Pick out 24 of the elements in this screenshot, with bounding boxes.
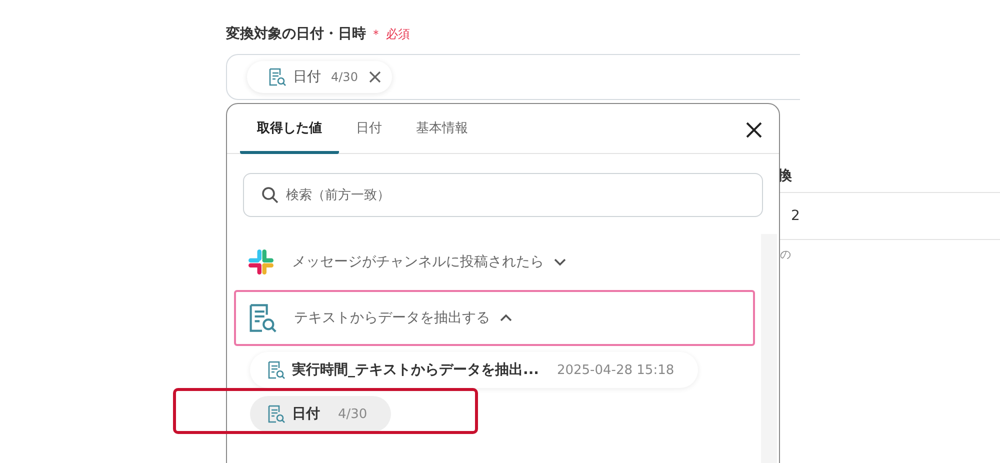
- value-chip[interactable]: 日付 4/30: [247, 61, 392, 93]
- chevron-down-icon: [554, 256, 566, 268]
- step-group-header[interactable]: メッセージがチャンネルに投稿されたら: [234, 234, 755, 290]
- tab[interactable]: 日付: [339, 119, 399, 154]
- search-icon: [261, 186, 279, 204]
- tab[interactable]: 基本情報: [399, 119, 485, 154]
- document-search-icon: [266, 404, 286, 424]
- step-group-header[interactable]: テキストからデータを抽出する: [234, 290, 755, 346]
- close-icon[interactable]: [745, 121, 763, 139]
- required-text: 必須: [386, 26, 410, 42]
- note-text: の: [780, 246, 791, 262]
- table-cell: 2: [791, 208, 800, 224]
- search-field[interactable]: 検索（前方一致）: [243, 173, 763, 217]
- field-label: 変換対象の日付・日時: [226, 25, 366, 43]
- value-item[interactable]: 実行時間_テキストからデータを抽出... 2025-04-28 15:18: [250, 352, 698, 388]
- tab[interactable]: 取得した値: [240, 119, 339, 154]
- chevron-up-icon: [500, 312, 512, 324]
- value-item[interactable]: 日付 4/30: [250, 396, 392, 432]
- remove-icon[interactable]: [368, 70, 382, 84]
- slack-icon: [246, 247, 276, 277]
- document-search-icon: [266, 360, 286, 380]
- date-input-field[interactable]: 日付 4/30: [226, 54, 800, 100]
- required-mark: ＊: [370, 26, 382, 42]
- document-search-icon: [267, 67, 287, 87]
